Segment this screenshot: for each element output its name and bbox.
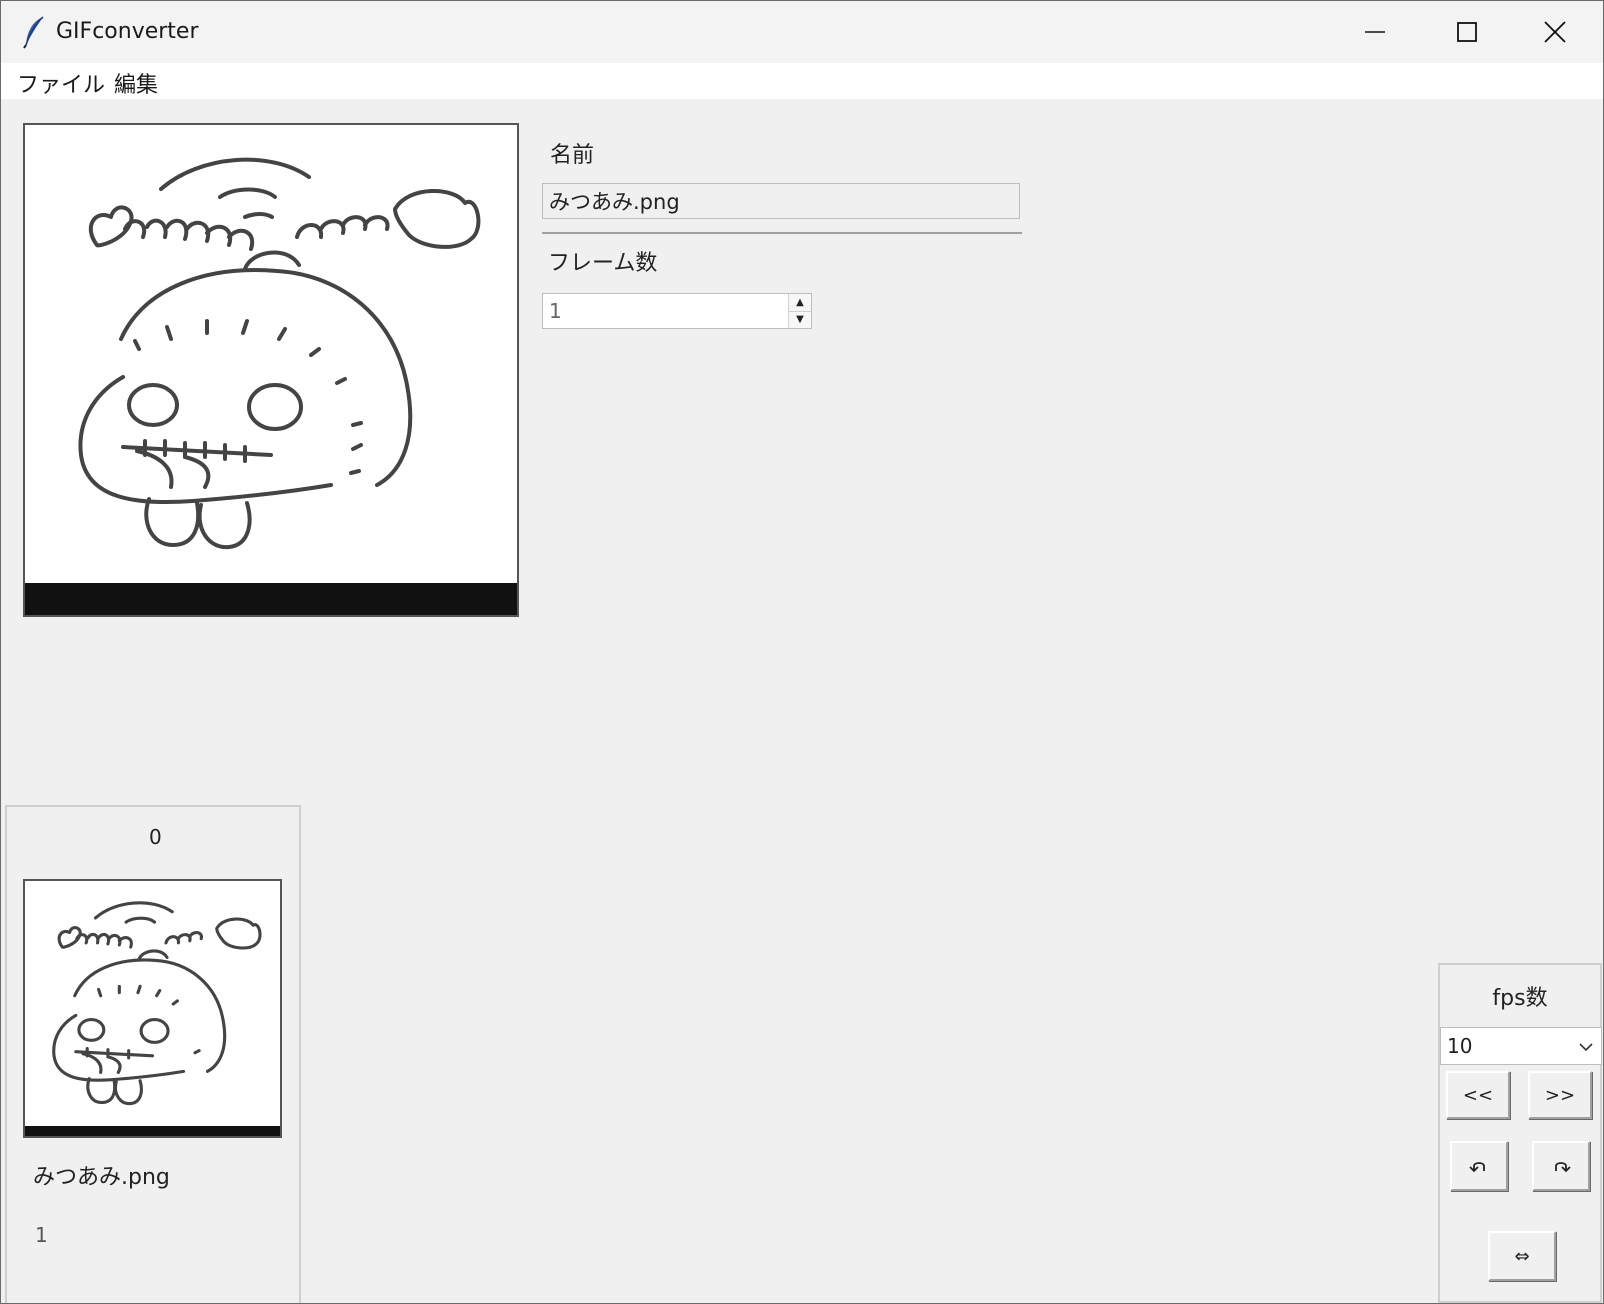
thumbnail-bottom-bar xyxy=(25,1126,280,1136)
fps-value: 10 xyxy=(1447,1034,1473,1058)
rotate-left-icon xyxy=(1469,1162,1485,1173)
triangle-down-icon: ▼ xyxy=(796,314,804,325)
frames-input[interactable] xyxy=(543,294,783,328)
fps-label: fps数 xyxy=(1492,986,1548,1011)
chevron-down-icon xyxy=(1579,1043,1593,1052)
character-drawing xyxy=(78,157,481,550)
flip-horizontal-icon: ⇔ xyxy=(1514,1245,1530,1267)
frame-count: 1 xyxy=(35,1223,48,1247)
window-title: GIFconverter xyxy=(56,19,199,44)
spin-down-button[interactable]: ▼ xyxy=(789,311,811,328)
frame-list-panel: 0 みつあみ.png 1 xyxy=(5,805,301,1303)
flip-horizontal-button[interactable]: ⇔ xyxy=(1488,1231,1556,1281)
frame-filename: みつあみ.png xyxy=(33,1165,170,1190)
playback-controls: fps数 10 << >> ⇔ xyxy=(1438,963,1602,1303)
maximize-icon xyxy=(1457,22,1477,42)
separator xyxy=(542,232,1022,234)
rotate-right-icon xyxy=(1555,1162,1571,1173)
menu-bar: ファイル 編集 xyxy=(1,63,1603,99)
menu-file[interactable]: ファイル xyxy=(15,67,107,99)
minimize-icon xyxy=(1365,31,1385,33)
app-window: GIFconverter ファイル 編集 名前 みつあみ.png フレーム数 1… xyxy=(0,0,1604,1304)
title-bar[interactable]: GIFconverter xyxy=(1,1,1603,63)
frames-spinbox[interactable]: ▲ ▼ xyxy=(542,293,812,329)
name-input[interactable] xyxy=(542,183,1020,219)
image-preview xyxy=(23,123,519,617)
spin-buttons: ▲ ▼ xyxy=(788,294,811,328)
rotate-right-button[interactable] xyxy=(1532,1141,1590,1191)
close-button[interactable] xyxy=(1509,1,1601,63)
prev-label: << xyxy=(1462,1084,1494,1106)
feather-icon xyxy=(23,16,44,49)
main-content: 名前 フレーム数 ▲ ▼ 0 xyxy=(1,99,1603,1303)
minimize-button[interactable] xyxy=(1329,1,1421,63)
next-frame-button[interactable]: >> xyxy=(1528,1071,1592,1119)
triangle-up-icon: ▲ xyxy=(796,297,804,308)
spin-up-button[interactable]: ▲ xyxy=(789,294,811,312)
name-label: 名前 xyxy=(550,143,595,168)
character-thumbnail xyxy=(52,901,262,1106)
next-label: >> xyxy=(1544,1084,1576,1106)
fps-select[interactable]: 10 xyxy=(1440,1027,1602,1065)
fps-label-box: fps数 xyxy=(1440,965,1600,1028)
frame-thumbnail[interactable] xyxy=(23,879,282,1138)
frame-index: 0 xyxy=(149,825,162,849)
close-icon xyxy=(1544,21,1566,43)
prev-frame-button[interactable]: << xyxy=(1446,1071,1510,1119)
maximize-button[interactable] xyxy=(1421,1,1513,63)
frames-label: フレーム数 xyxy=(548,251,658,276)
menu-edit[interactable]: 編集 xyxy=(112,67,160,99)
preview-bottom-bar xyxy=(25,583,517,615)
rotate-left-button[interactable] xyxy=(1450,1141,1508,1191)
